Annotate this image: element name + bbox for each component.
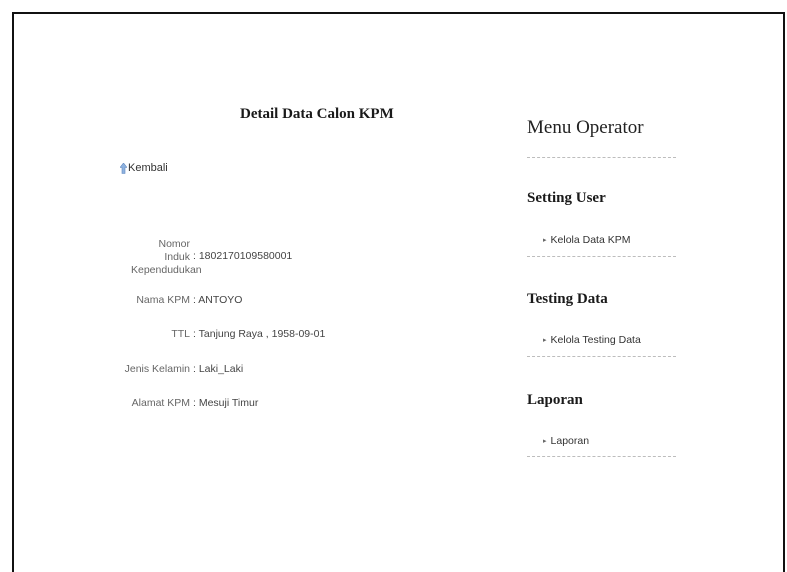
field-value: : 1802170109580001 bbox=[193, 250, 293, 262]
page-frame bbox=[12, 12, 785, 572]
section-title-testing-data: Testing Data bbox=[527, 291, 608, 307]
menu-item-kelola-testing-data[interactable]: ▸ Kelola Testing Data bbox=[543, 334, 641, 346]
field-label: Nama KPM bbox=[136, 294, 190, 306]
field-row-ttl: TTL : Tanjung Raya , 1958-09-01 bbox=[122, 328, 325, 341]
bullet-icon: ▸ bbox=[543, 337, 547, 344]
menu-item-label: Kelola Data KPM bbox=[550, 234, 631, 246]
section-title-laporan: Laporan bbox=[527, 392, 583, 408]
menu-title: Menu Operator bbox=[527, 117, 644, 138]
field-value: : Mesuji Timur bbox=[193, 397, 259, 409]
field-value: : Laki_Laki bbox=[193, 363, 244, 375]
menu-item-laporan[interactable]: ▸ Laporan bbox=[543, 435, 589, 447]
menu-item-label: Laporan bbox=[550, 435, 590, 447]
field-label: TTL bbox=[171, 328, 190, 340]
field-value: : Tanjung Raya , 1958-09-01 bbox=[193, 328, 326, 340]
page-title: Detail Data Calon KPM bbox=[240, 106, 394, 122]
field-row-alamat: Alamat KPM : Mesuji Timur bbox=[122, 397, 259, 410]
separator bbox=[527, 456, 676, 457]
back-link-label: Kembali bbox=[128, 162, 168, 174]
menu-item-kelola-data-kpm[interactable]: ▸ Kelola Data KPM bbox=[543, 234, 630, 246]
up-arrow-icon bbox=[120, 163, 127, 174]
separator bbox=[527, 256, 676, 257]
field-value: : ANTOYO bbox=[193, 294, 243, 306]
separator bbox=[527, 157, 676, 158]
field-label: Nomor Induk Kependudukan bbox=[131, 238, 202, 276]
back-link[interactable]: Kembali bbox=[120, 162, 168, 174]
separator bbox=[527, 356, 676, 357]
bullet-icon: ▸ bbox=[543, 237, 547, 244]
field-row-jenis-kelamin: Jenis Kelamin : Laki_Laki bbox=[122, 363, 244, 376]
bullet-icon: ▸ bbox=[543, 438, 547, 445]
field-row-nik: Nomor Induk Kependudukan : 1802170109580… bbox=[131, 238, 292, 277]
menu-item-label: Kelola Testing Data bbox=[550, 334, 641, 346]
field-row-nama: Nama KPM : ANTOYO bbox=[122, 294, 242, 307]
field-label: Alamat KPM bbox=[131, 397, 190, 409]
field-label: Jenis Kelamin bbox=[124, 363, 190, 375]
section-title-setting-user: Setting User bbox=[527, 190, 606, 206]
